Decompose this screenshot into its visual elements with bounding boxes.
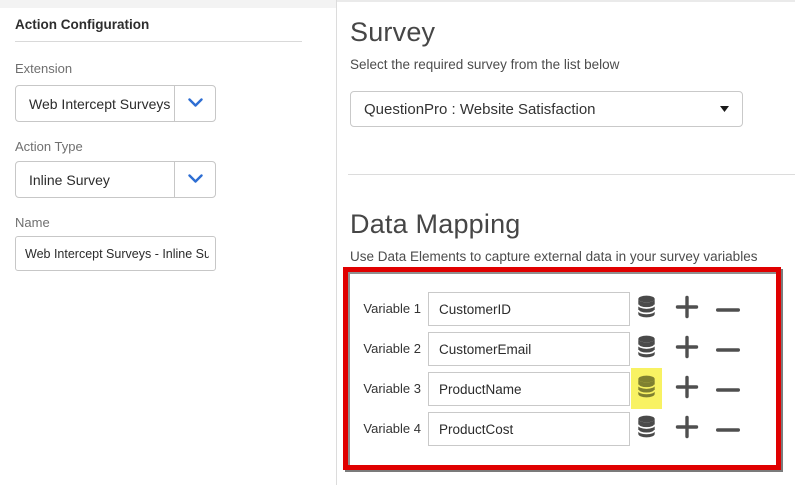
database-icon bbox=[637, 375, 656, 403]
action-type-dropdown-value: Inline Survey bbox=[16, 162, 174, 197]
table-row: Variable 3 bbox=[348, 372, 776, 406]
name-input[interactable] bbox=[15, 236, 216, 271]
remove-variable-button[interactable] bbox=[716, 412, 740, 446]
top-border bbox=[336, 0, 795, 2]
table-row: Variable 4 bbox=[348, 412, 776, 446]
add-variable-button[interactable] bbox=[675, 292, 699, 326]
plus-icon bbox=[675, 335, 699, 364]
section-divider bbox=[348, 174, 795, 175]
plus-icon bbox=[675, 375, 699, 404]
data-element-button[interactable] bbox=[631, 412, 662, 446]
survey-section-subtitle: Select the required survey from the list… bbox=[350, 57, 619, 72]
variable-2-input[interactable] bbox=[428, 332, 630, 366]
database-icon bbox=[637, 415, 656, 443]
remove-variable-button[interactable] bbox=[716, 332, 740, 366]
minus-icon bbox=[716, 300, 740, 318]
caret-down-icon bbox=[720, 106, 742, 112]
chevron-down-icon bbox=[188, 171, 203, 189]
variable-1-input[interactable] bbox=[428, 292, 630, 326]
variable-4-label: Variable 4 bbox=[348, 412, 421, 446]
data-mapping-subtitle: Use Data Elements to capture external da… bbox=[350, 249, 757, 264]
data-element-button[interactable] bbox=[631, 292, 662, 326]
extension-dropdown-value: Web Intercept Surveys bbox=[16, 86, 174, 121]
top-strip bbox=[0, 0, 336, 8]
table-row: Variable 2 bbox=[348, 332, 776, 366]
plus-icon bbox=[675, 415, 699, 444]
sidebar-title-divider bbox=[15, 41, 302, 42]
sidebar-title: Action Configuration bbox=[15, 17, 149, 32]
database-icon bbox=[637, 335, 656, 363]
variable-mapping-rows: Variable 1 bbox=[348, 272, 776, 465]
survey-section-title: Survey bbox=[350, 17, 435, 48]
add-variable-button[interactable] bbox=[675, 332, 699, 366]
extension-dropdown[interactable]: Web Intercept Surveys bbox=[15, 85, 216, 122]
variable-3-label: Variable 3 bbox=[348, 372, 421, 406]
minus-icon bbox=[716, 420, 740, 438]
survey-select-value: QuestionPro : Website Satisfaction bbox=[351, 101, 720, 118]
action-type-dropdown-button[interactable] bbox=[174, 162, 215, 197]
variable-3-input[interactable] bbox=[428, 372, 630, 406]
table-row: Variable 1 bbox=[348, 292, 776, 326]
data-element-button[interactable] bbox=[631, 332, 662, 366]
add-variable-button[interactable] bbox=[675, 412, 699, 446]
remove-variable-button[interactable] bbox=[716, 372, 740, 406]
database-icon bbox=[637, 295, 656, 323]
panel-divider bbox=[336, 0, 337, 485]
data-mapping-title: Data Mapping bbox=[350, 209, 521, 240]
chevron-down-icon bbox=[188, 95, 203, 113]
variable-2-label: Variable 2 bbox=[348, 332, 421, 366]
data-element-button-highlighted[interactable] bbox=[631, 368, 662, 409]
name-label: Name bbox=[15, 215, 50, 230]
extension-dropdown-button[interactable] bbox=[174, 86, 215, 121]
plus-icon bbox=[675, 295, 699, 324]
add-variable-button[interactable] bbox=[675, 372, 699, 406]
minus-icon bbox=[716, 380, 740, 398]
variable-1-label: Variable 1 bbox=[348, 292, 421, 326]
action-type-dropdown[interactable]: Inline Survey bbox=[15, 161, 216, 198]
survey-select[interactable]: QuestionPro : Website Satisfaction bbox=[350, 91, 743, 127]
extension-label: Extension bbox=[15, 61, 72, 76]
minus-icon bbox=[716, 340, 740, 358]
remove-variable-button[interactable] bbox=[716, 292, 740, 326]
variable-4-input[interactable] bbox=[428, 412, 630, 446]
action-type-label: Action Type bbox=[15, 139, 83, 154]
